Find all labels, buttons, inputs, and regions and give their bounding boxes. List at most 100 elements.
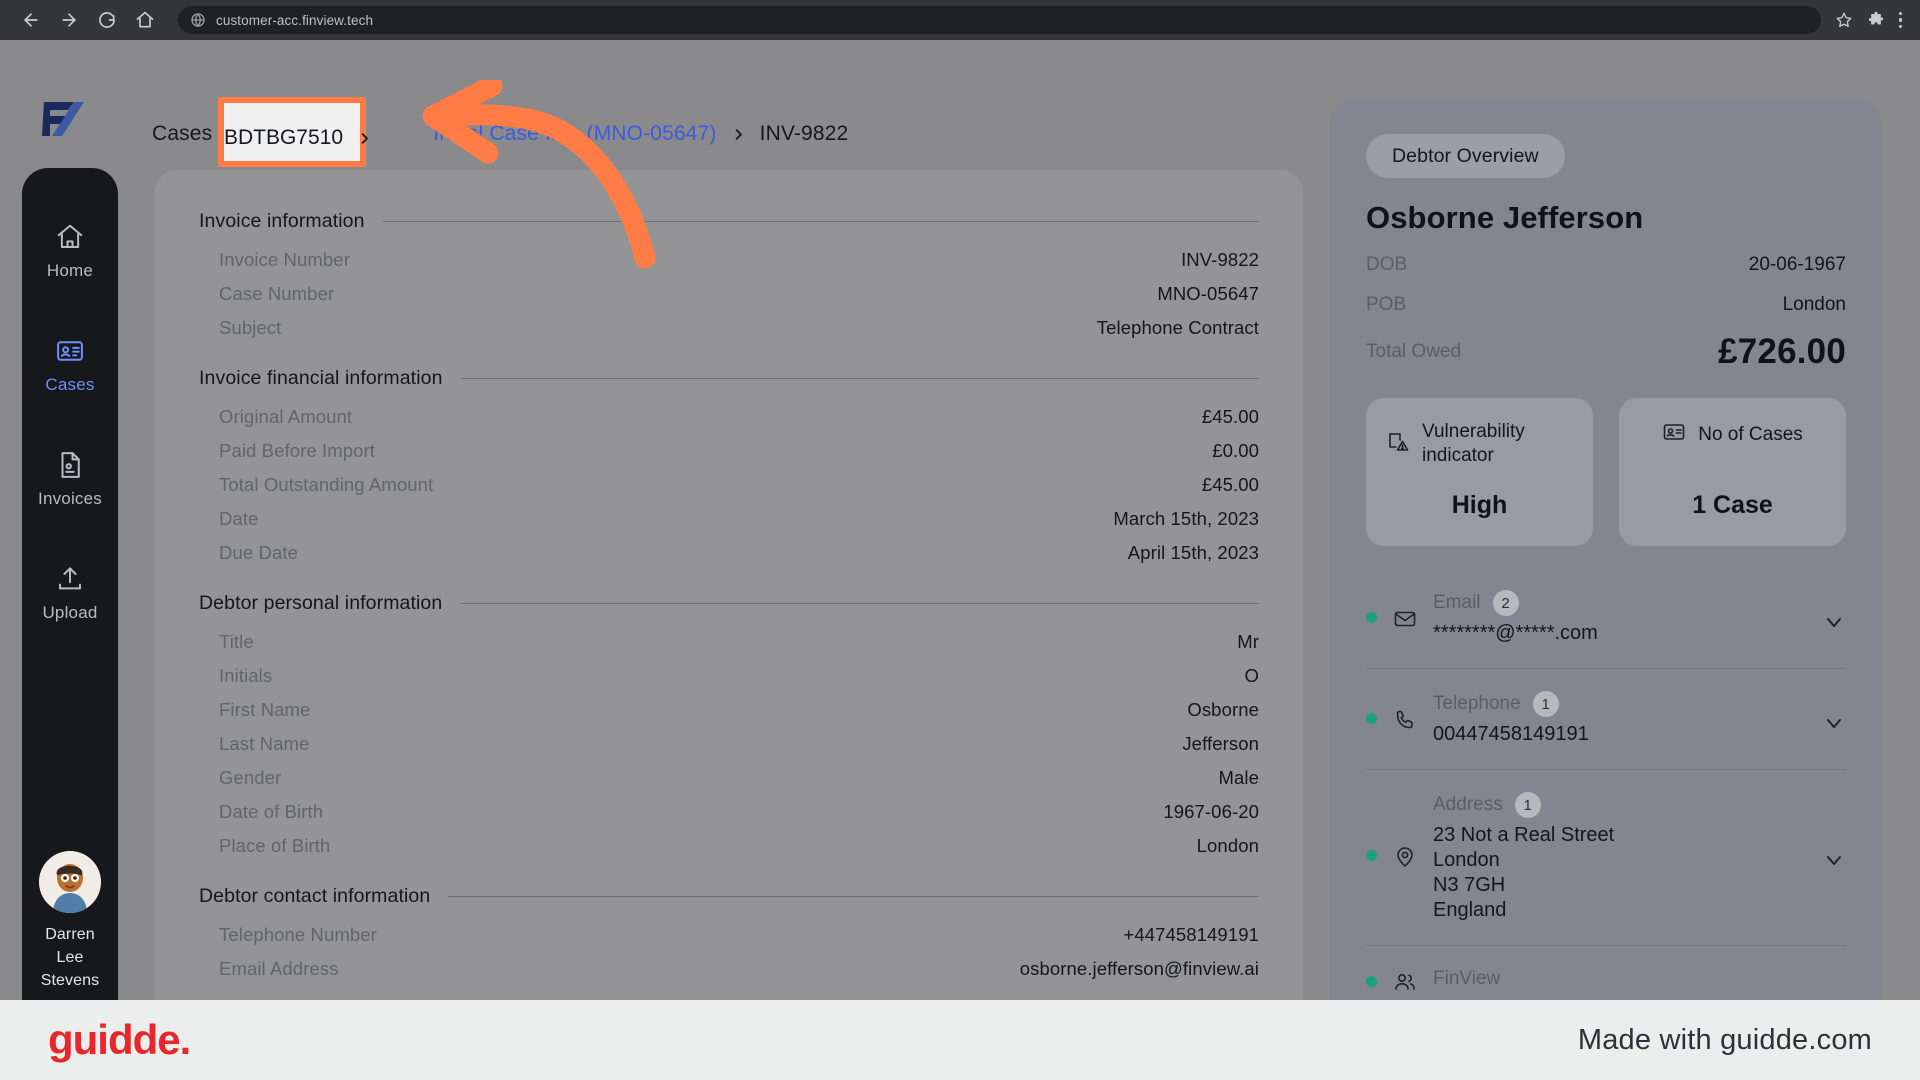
debtor-overview-panel: Debtor Overview Osborne Jefferson DOB 20… (1330, 100, 1882, 1000)
contact-list: Email 2 ********@*****.com Telephone 1 0… (1366, 568, 1846, 1000)
sidebar-item-label: Upload (42, 603, 98, 622)
browser-actions (1835, 11, 1907, 29)
puzzle-icon (1868, 11, 1883, 25)
field-row: Total Outstanding Amount £45.00 (199, 468, 1259, 502)
section-divider (448, 896, 1259, 897)
stat-card-title: Vulnerability indicator (1422, 421, 1525, 466)
field-label: Paid Before Import (219, 440, 376, 461)
field-value: osborne.jefferson@finview.ai (1019, 958, 1259, 979)
field-label: Initials (219, 665, 273, 686)
pob-value: London (1782, 294, 1846, 315)
section-debtor-personal-information: Debtor personal information Title Mr Ini… (199, 592, 1259, 863)
made-with-text: Made with guidde.com (1577, 1023, 1872, 1056)
debtor-name: Osborne Jefferson (1366, 200, 1644, 235)
total-owed-value: £726.00 (1718, 332, 1846, 371)
field-row: Due Date April 15th, 2023 (199, 536, 1259, 570)
section-title: Debtor contact information (199, 885, 431, 907)
bookmark-button[interactable] (1835, 11, 1853, 29)
contact-count-badge: 1 (1514, 792, 1541, 818)
home-button[interactable] (128, 3, 162, 37)
contact-row-telephone[interactable]: Telephone 1 00447458149191 (1366, 668, 1846, 769)
document-icon (61, 452, 80, 478)
contact-label: Address (1433, 794, 1503, 815)
section-divider (460, 378, 1259, 379)
extensions-button[interactable] (1867, 11, 1885, 29)
field-label: Due Date (219, 542, 298, 563)
section-header: Invoice information (199, 210, 1259, 233)
chevron-down-icon[interactable] (1822, 711, 1846, 740)
field-row: Initials O (199, 659, 1259, 693)
globe-icon (191, 13, 205, 28)
chevron-down-icon[interactable] (1822, 848, 1846, 877)
stat-card-header: Vulnerability indicator (1386, 420, 1573, 468)
field-label: Case Number (219, 283, 335, 304)
breadcrumb-item-case-info[interactable]: Initial Case Info (MNO-05647) (433, 122, 716, 146)
stat-card-value: High (1451, 491, 1508, 519)
field-label: Date (219, 508, 259, 529)
finview-logo (34, 88, 96, 150)
no-of-cases-card[interactable]: No of Cases 1 Case (1619, 398, 1846, 546)
field-row: Case Number MNO-05647 (199, 277, 1259, 311)
contact-row-address[interactable]: Address 1 23 Not a Real Street London N3… (1366, 769, 1846, 945)
field-row: Place of Birth London (199, 829, 1259, 863)
contact-label: FinView (1433, 968, 1501, 989)
main-sidebar: Home Cases Invoices Upload Darren Lee St… (22, 168, 118, 1000)
contact-header: FinView (1433, 968, 1846, 990)
sidebar-item-upload[interactable]: Upload (22, 564, 118, 623)
avatar (39, 851, 101, 913)
user-profile[interactable]: Darren Lee Stevens (22, 851, 118, 992)
field-label: First Name (219, 699, 311, 720)
address-bar[interactable]: customer-acc.finview.tech (178, 6, 1821, 34)
field-value: March 15th, 2023 (1113, 508, 1259, 529)
url-text: customer-acc.finview.tech (216, 12, 374, 28)
field-value: Jefferson (1182, 733, 1259, 754)
sidebar-item-label: Cases (45, 375, 95, 394)
contact-row-email[interactable]: Email 2 ********@*****.com (1366, 568, 1846, 668)
sidebar-item-invoices[interactable]: Invoices (22, 450, 118, 509)
vulnerability-indicator-card[interactable]: Vulnerability indicator High (1366, 398, 1593, 546)
browser-menu-button[interactable] (1898, 11, 1902, 29)
breadcrumb-item-cases[interactable]: Cases (152, 122, 212, 146)
section-title: Invoice information (199, 210, 365, 232)
avatar-illustration-icon (39, 851, 101, 913)
field-row: Last Name Jefferson (199, 727, 1259, 761)
section-title: Debtor personal information (199, 592, 443, 614)
home-icon (136, 11, 154, 28)
dob-label: DOB (1366, 254, 1408, 275)
sidebar-item-cases[interactable]: Cases (22, 336, 118, 395)
app-viewport: Home Cases Invoices Upload Darren Lee St… (0, 40, 1920, 1000)
field-label: Title (219, 631, 254, 652)
field-value: 1967-06-20 (1163, 801, 1259, 822)
section-divider (382, 221, 1259, 222)
field-label: Date of Birth (219, 801, 324, 822)
invoice-detail-card: Invoice information Invoice Number INV-9… (155, 170, 1303, 1000)
browser-toolbar: customer-acc.finview.tech (0, 0, 1920, 40)
section-divider (460, 603, 1259, 604)
field-value: O (1244, 665, 1259, 686)
reload-button[interactable] (90, 3, 124, 37)
breadcrumb-item-debtor-id[interactable]: BDTBG7510 (224, 103, 372, 173)
reload-icon (99, 12, 115, 28)
field-row: Telephone Number +447458149191 (199, 918, 1259, 952)
section-header: Debtor personal information (199, 592, 1259, 615)
phone-icon (1393, 708, 1417, 737)
tab-debtor-overview[interactable]: Debtor Overview (1366, 134, 1565, 178)
breadcrumb-item-current: INV-9822 (759, 122, 849, 145)
section-invoice-information: Invoice information Invoice Number INV-9… (199, 210, 1259, 345)
field-value: £0.00 (1212, 440, 1259, 461)
contact-body: Email 2 ********@*****.com (1433, 590, 1806, 646)
stat-cards: Vulnerability indicator High No of Cases… (1366, 398, 1846, 546)
field-value: MNO-05647 (1157, 283, 1259, 304)
forward-button[interactable] (52, 3, 86, 37)
chevron-down-icon[interactable] (1822, 610, 1846, 639)
field-value: £45.00 (1201, 474, 1259, 495)
contact-row-finview[interactable]: FinView (1366, 945, 1846, 1000)
field-label: Gender (219, 767, 282, 788)
sidebar-item-home[interactable]: Home (22, 222, 118, 281)
field-row: Date March 15th, 2023 (199, 502, 1259, 536)
id-card-icon (57, 341, 83, 361)
stat-card-title: No of Cases (1698, 423, 1803, 445)
profile-name-line: Lee (56, 949, 84, 966)
status-dot (1366, 850, 1377, 861)
back-button[interactable] (14, 3, 48, 37)
